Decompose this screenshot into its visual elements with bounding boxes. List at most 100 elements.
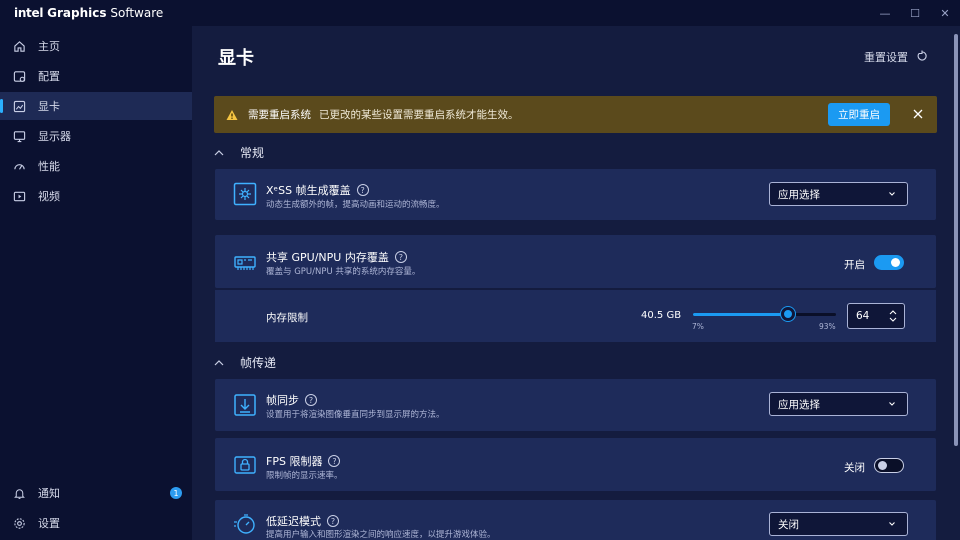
fps-limiter-setting-card: FPS 限制器 ? 限制帧的显示速率。 关闭 [215, 438, 936, 491]
minimize-button[interactable]: — [870, 0, 900, 26]
memory-limit-label: 内存限制 [266, 312, 308, 324]
reset-settings-button[interactable]: 重置设置 [864, 49, 928, 65]
window-controls: — ☐ ✕ [870, 0, 960, 26]
memory-limit-slider-thumb[interactable] [780, 307, 795, 321]
shared-memory-setting-card: 共享 GPU/NPU 内存覆盖 ? 覆盖与 GPU/NPU 共享的系统内存容量。… [215, 235, 936, 288]
xess-setting-card: XᵉSS 帧生成覆盖 ? 动态生成额外的帧，提高动画和运动的流畅度。 应用选择 [215, 169, 936, 220]
sidebar-item-label: 视频 [38, 190, 60, 203]
help-icon[interactable]: ? [356, 184, 369, 196]
restart-warning-banner: 需要重启系统 已更改的某些设置需要重启系统才能生效。 立即重启 [214, 96, 937, 133]
vsync-select[interactable]: 应用选择 [769, 392, 908, 416]
sidebar-item-label: 显卡 [38, 100, 60, 113]
video-icon [12, 189, 26, 203]
shared-memory-description: 覆盖与 GPU/NPU 共享的系统内存容量。 [266, 267, 421, 277]
home-icon [12, 39, 26, 53]
section-title: 帧传递 [240, 356, 277, 370]
restart-now-button[interactable]: 立即重启 [828, 103, 890, 126]
help-icon[interactable]: ? [305, 394, 317, 406]
fps-lock-icon [233, 453, 257, 477]
sidebar-item-home[interactable]: 主页 [0, 32, 192, 60]
slider-fill [693, 313, 788, 316]
profile-icon [12, 69, 26, 83]
sidebar-item-graphics[interactable]: 显卡 [0, 92, 192, 120]
dismiss-warning-button[interactable] [909, 105, 927, 123]
chevron-up-icon [214, 359, 226, 366]
chevron-down-icon [887, 189, 897, 199]
memory-limit-input-value: 64 [856, 310, 870, 322]
stopwatch-icon [233, 512, 257, 536]
low-latency-description: 提高用户输入和图形渲染之间的响应速度，以提升游戏体验。 [266, 530, 496, 540]
graphics-icon [12, 99, 26, 113]
sidebar-item-video[interactable]: 视频 [0, 182, 192, 210]
sidebar-item-performance[interactable]: 性能 [0, 152, 192, 180]
xess-title: XᵉSS 帧生成覆盖 ? [266, 182, 369, 198]
low-latency-setting-card: 低延迟模式 ? 提高用户输入和图形渲染之间的响应速度，以提升游戏体验。 关闭 [215, 500, 936, 540]
close-icon [913, 109, 923, 119]
memory-limit-value-text: 40.5 GB [641, 310, 682, 321]
maximize-button[interactable]: ☐ [900, 0, 930, 26]
xess-description: 动态生成额外的帧，提高动画和运动的流畅度。 [266, 200, 445, 210]
vsync-select-value: 应用选择 [778, 398, 820, 411]
sidebar-item-label: 设置 [38, 517, 60, 530]
main-scrollbar[interactable] [952, 26, 960, 540]
fps-limiter-title-text: FPS 限制器 [266, 455, 323, 468]
gauge-icon [12, 159, 26, 173]
sidebar-item-label: 配置 [38, 70, 60, 83]
monitor-icon [12, 129, 26, 143]
vsync-title-text: 帧同步 [266, 394, 299, 407]
shared-memory-title: 共享 GPU/NPU 内存覆盖 ? [266, 249, 407, 265]
main-content: 显卡 重置设置 需要重启系统 已更改的某些设置需要重启系统才能生效。 立即重启 … [192, 26, 960, 540]
shared-memory-toggle-label: 开启 [844, 259, 865, 271]
sidebar-item-label: 显示器 [38, 130, 71, 143]
warning-title: 需要重启系统 [248, 109, 311, 121]
sidebar-item-label: 主页 [38, 40, 60, 53]
section-title: 常规 [240, 146, 265, 160]
fps-limiter-toggle[interactable] [874, 458, 904, 473]
reset-icon [916, 50, 928, 65]
low-latency-title-text: 低延迟模式 [266, 515, 321, 528]
close-window-button[interactable]: ✕ [930, 0, 960, 26]
shared-memory-title-text: 共享 GPU/NPU 内存覆盖 [266, 251, 389, 264]
intel-logo: intel [14, 6, 44, 20]
help-icon[interactable]: ? [327, 515, 339, 527]
xess-title-text: XᵉSS 帧生成覆盖 [266, 184, 351, 197]
toggle-knob [891, 258, 900, 267]
app-name-graphics: Graphics [47, 6, 107, 20]
spin-arrows-icon [888, 309, 898, 323]
scrollbar-thumb[interactable] [954, 34, 958, 446]
fps-limiter-description: 限制帧的显示速率。 [266, 471, 343, 481]
low-latency-title: 低延迟模式 ? [266, 513, 339, 529]
notification-badge: 1 [170, 487, 182, 499]
reset-settings-label: 重置设置 [864, 51, 908, 64]
slider-min-label: 7% [692, 322, 704, 331]
chevron-up-icon [214, 149, 226, 156]
slider-max-label: 93% [819, 322, 836, 331]
low-latency-select[interactable]: 关闭 [769, 512, 908, 536]
section-frame-delivery-header[interactable]: 帧传递 [214, 354, 276, 371]
sidebar-item-label: 通知 [38, 487, 60, 500]
memory-limit-input[interactable]: 64 [847, 303, 905, 329]
sidebar-item-notifications[interactable]: 通知 1 [0, 479, 192, 507]
fps-limiter-toggle-label: 关闭 [844, 462, 865, 474]
xess-select[interactable]: 应用选择 [769, 182, 908, 206]
memory-limit-row: 内存限制 40.5 GB 7% 93% 64 [215, 290, 936, 342]
gear-icon [12, 516, 26, 530]
vsync-description: 设置用于将渲染图像垂直同步到显示屏的方法。 [266, 410, 445, 420]
help-icon[interactable]: ? [328, 455, 341, 467]
vsync-title: 帧同步 ? [266, 392, 317, 408]
app-name: Graphics Software [47, 6, 163, 20]
sidebar-item-display[interactable]: 显示器 [0, 122, 192, 150]
bell-icon [12, 486, 26, 500]
title-bar: intel Graphics Software — ☐ ✕ [0, 0, 960, 26]
sidebar-item-profiles[interactable]: 配置 [0, 62, 192, 90]
warning-icon [226, 109, 238, 121]
vsync-icon [233, 393, 257, 417]
help-icon[interactable]: ? [394, 251, 407, 263]
sidebar-item-settings[interactable]: 设置 [0, 509, 192, 537]
memory-limit-slider-track[interactable] [693, 313, 836, 316]
shared-memory-toggle[interactable] [874, 255, 904, 270]
vsync-setting-card: 帧同步 ? 设置用于将渲染图像垂直同步到显示屏的方法。 应用选择 [215, 379, 936, 431]
page-title: 显卡 [218, 48, 254, 69]
section-general-header[interactable]: 常规 [214, 144, 264, 161]
app-name-software: Software [110, 6, 164, 20]
